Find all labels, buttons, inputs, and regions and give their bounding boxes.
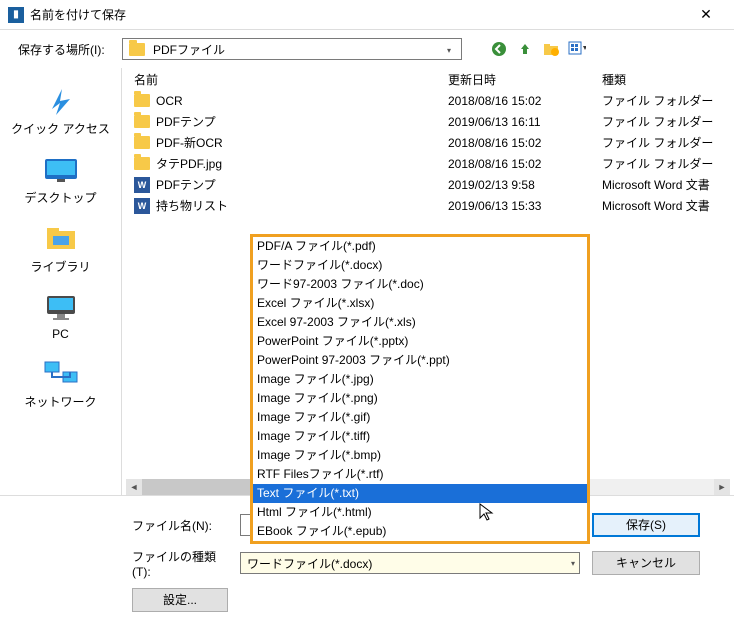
col-name[interactable]: 名前 bbox=[122, 71, 448, 88]
filetype-option[interactable]: ワードファイル(*.docx) bbox=[253, 256, 587, 275]
place-pc[interactable]: PC bbox=[0, 283, 121, 349]
col-type[interactable]: 種類 bbox=[598, 71, 734, 88]
titlebar: ▮ 名前を付けて保存 ✕ bbox=[0, 0, 734, 30]
place-label: PC bbox=[4, 327, 117, 341]
place-quick[interactable]: クイック アクセス bbox=[0, 76, 121, 145]
app-icon: ▮ bbox=[8, 7, 24, 23]
filetype-option[interactable]: Excel 97-2003 ファイル(*.xls) bbox=[253, 313, 587, 332]
up-icon[interactable] bbox=[516, 40, 534, 58]
scroll-left-button[interactable]: ◄ bbox=[126, 479, 142, 495]
folder-icon bbox=[134, 94, 150, 107]
table-row[interactable]: PDF-新OCR 2018/08/16 15:02ファイル フォルダー bbox=[122, 132, 734, 153]
file-name: タテPDF.jpg bbox=[156, 155, 222, 172]
location-value: PDFファイル bbox=[153, 41, 225, 58]
chevron-down-icon[interactable]: ▾ bbox=[571, 559, 575, 568]
file-date: 2019/06/13 16:11 bbox=[448, 115, 598, 129]
filetype-combobox[interactable]: ワードファイル(*.docx) ▾ bbox=[240, 552, 580, 574]
file-type: ファイル フォルダー bbox=[598, 155, 734, 172]
table-row[interactable]: W 持ち物リスト 2019/06/13 15:33Microsoft Word 文書 bbox=[122, 195, 734, 216]
file-date: 2018/08/16 15:02 bbox=[448, 94, 598, 108]
location-label: 保存する場所(I): bbox=[18, 41, 114, 58]
file-date: 2018/08/16 15:02 bbox=[448, 157, 598, 171]
file-type: ファイル フォルダー bbox=[598, 92, 734, 109]
filetype-option[interactable]: Image ファイル(*.tiff) bbox=[253, 427, 587, 446]
places-sidebar: クイック アクセスデスクトップライブラリ PC ネットワーク bbox=[0, 68, 122, 495]
file-date: 2019/02/13 9:58 bbox=[448, 178, 598, 192]
cancel-button[interactable]: キャンセル bbox=[592, 551, 700, 575]
folder-icon bbox=[134, 136, 150, 149]
filetype-option[interactable]: Text ファイル(*.txt) bbox=[253, 484, 587, 503]
filetype-option[interactable]: ワード97-2003 ファイル(*.doc) bbox=[253, 275, 587, 294]
table-row[interactable]: タテPDF.jpg 2018/08/16 15:02ファイル フォルダー bbox=[122, 153, 734, 174]
word-doc-icon: W bbox=[134, 177, 150, 193]
word-doc-icon: W bbox=[134, 198, 150, 214]
window-title: 名前を付けて保存 bbox=[30, 6, 686, 23]
close-button[interactable]: ✕ bbox=[686, 6, 726, 23]
viewmenu-icon[interactable] bbox=[568, 40, 586, 58]
table-row[interactable]: PDFテンプ 2019/06/13 16:11ファイル フォルダー bbox=[122, 111, 734, 132]
folder-icon bbox=[134, 157, 150, 170]
file-date: 2019/06/13 15:33 bbox=[448, 199, 598, 213]
file-type: Microsoft Word 文書 bbox=[598, 176, 734, 193]
table-row[interactable]: OCR 2018/08/16 15:02ファイル フォルダー bbox=[122, 90, 734, 111]
save-button[interactable]: 保存(S) bbox=[592, 513, 700, 537]
filetype-option[interactable]: PDF/A ファイル(*.pdf) bbox=[253, 237, 587, 256]
col-date[interactable]: 更新日時 bbox=[448, 71, 598, 88]
place-label: ネットワーク bbox=[4, 393, 117, 410]
file-name: 持ち物リスト bbox=[156, 197, 228, 214]
settings-button[interactable]: 設定... bbox=[132, 588, 228, 612]
place-label: ライブラリ bbox=[4, 258, 117, 275]
filetype-option[interactable]: Image ファイル(*.png) bbox=[253, 389, 587, 408]
quick-icon bbox=[40, 84, 82, 116]
file-name: PDFテンプ bbox=[156, 113, 216, 130]
filetype-value: ワードファイル(*.docx) bbox=[247, 555, 372, 572]
filetype-option[interactable]: Image ファイル(*.bmp) bbox=[253, 446, 587, 465]
back-icon[interactable] bbox=[490, 40, 508, 58]
file-name: OCR bbox=[156, 94, 183, 108]
filetype-option[interactable]: Excel ファイル(*.xlsx) bbox=[253, 294, 587, 313]
filetype-option[interactable]: EBook ファイル(*.epub) bbox=[253, 522, 587, 541]
folder-icon bbox=[129, 43, 145, 56]
folder-icon bbox=[134, 115, 150, 128]
filetype-label: ファイルの種類(T): bbox=[132, 548, 228, 579]
place-library[interactable]: ライブラリ bbox=[0, 214, 121, 283]
filetype-option[interactable]: RTF Filesファイル(*.rtf) bbox=[253, 465, 587, 484]
network-icon bbox=[40, 357, 82, 389]
chevron-down-icon[interactable]: ▾ bbox=[441, 42, 457, 58]
scroll-right-button[interactable]: ► bbox=[714, 479, 730, 495]
filetype-option[interactable]: PowerPoint 97-2003 ファイル(*.ppt) bbox=[253, 351, 587, 370]
newfolder-icon[interactable] bbox=[542, 40, 560, 58]
location-combobox[interactable]: PDFファイル ▾ bbox=[122, 38, 462, 60]
library-icon bbox=[40, 222, 82, 254]
desktop-icon bbox=[40, 153, 82, 185]
place-desktop[interactable]: デスクトップ bbox=[0, 145, 121, 214]
file-name: PDFテンプ bbox=[156, 176, 216, 193]
location-toolbar: 保存する場所(I): PDFファイル ▾ bbox=[0, 30, 734, 68]
place-label: デスクトップ bbox=[4, 189, 117, 206]
filename-label: ファイル名(N): bbox=[132, 517, 228, 534]
place-network[interactable]: ネットワーク bbox=[0, 349, 121, 418]
place-label: クイック アクセス bbox=[4, 120, 117, 137]
file-type: ファイル フォルダー bbox=[598, 134, 734, 151]
file-name: PDF-新OCR bbox=[156, 134, 223, 151]
table-row[interactable]: W PDFテンプ 2019/02/13 9:58Microsoft Word 文書 bbox=[122, 174, 734, 195]
filetype-option[interactable]: Image ファイル(*.jpg) bbox=[253, 370, 587, 389]
filetype-option[interactable]: PowerPoint ファイル(*.pptx) bbox=[253, 332, 587, 351]
pc-icon bbox=[40, 291, 82, 323]
file-type: ファイル フォルダー bbox=[598, 113, 734, 130]
file-date: 2018/08/16 15:02 bbox=[448, 136, 598, 150]
file-type: Microsoft Word 文書 bbox=[598, 197, 734, 214]
column-headers[interactable]: 名前 更新日時 種類 bbox=[122, 68, 734, 90]
filetype-option[interactable]: Image ファイル(*.gif) bbox=[253, 408, 587, 427]
filetype-dropdown[interactable]: PDF/A ファイル(*.pdf)ワードファイル(*.docx)ワード97-20… bbox=[250, 234, 590, 544]
filetype-option[interactable]: Html ファイル(*.html) bbox=[253, 503, 587, 522]
